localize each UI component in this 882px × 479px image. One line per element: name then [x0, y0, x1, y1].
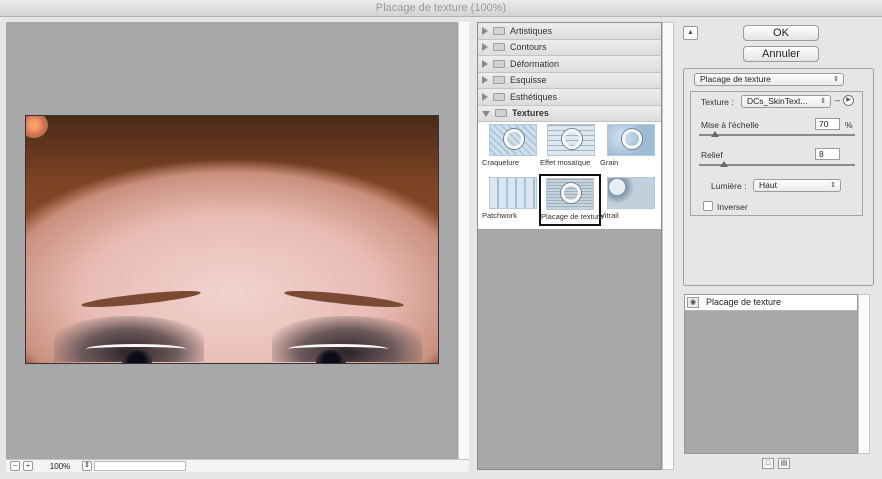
chevron-updown-icon: ⇕: [833, 76, 839, 83]
thumb-label: Grain: [600, 158, 619, 167]
filter-settings-panel: Placage de texture ⇕ Texture : DCs_SkinT…: [683, 68, 874, 286]
thumb-label: Placage de texture: [541, 212, 604, 221]
category-label: Esquisse: [510, 75, 547, 86]
layers-scrollbar[interactable]: [858, 294, 870, 454]
category-label: Esthétiques: [510, 91, 558, 102]
textures-thumbnails: Craquelure Effet mosaïque Grain Patchwor…: [478, 122, 661, 229]
folder-icon: [493, 76, 505, 85]
folder-icon: [493, 26, 505, 35]
preview-statusbar: − + 100% ⇕: [6, 459, 469, 472]
new-effect-layer-button[interactable]: □: [762, 458, 774, 469]
category-deformation[interactable]: Déformation: [478, 56, 661, 73]
folder-icon: [495, 109, 507, 118]
scale-slider[interactable]: [699, 131, 855, 137]
scale-unit: %: [845, 120, 853, 130]
preview-horizontal-scrollbar[interactable]: [94, 461, 186, 471]
thumb-label: Craquelure: [482, 158, 520, 167]
triangle-right-icon[interactable]: [482, 76, 488, 85]
category-textures[interactable]: Textures: [478, 105, 661, 122]
mosaic-thumbnail-icon: [547, 124, 595, 156]
category-artistiques[interactable]: Artistiques: [478, 23, 661, 40]
folder-icon: [493, 43, 505, 52]
triangle-down-icon[interactable]: [482, 111, 490, 118]
patchwork-thumbnail-icon: [489, 177, 537, 209]
thumb-placage-de-texture[interactable]: Placage de texture: [539, 174, 604, 226]
texturizer-thumbnail-icon: [546, 178, 594, 210]
category-esthetiques[interactable]: Esthétiques: [478, 89, 661, 106]
scale-slider-handle[interactable]: [710, 131, 719, 137]
triangle-right-icon[interactable]: [482, 92, 488, 101]
effect-layer-name: Placage de texture: [706, 297, 782, 307]
thumb-patchwork[interactable]: Patchwork: [482, 175, 544, 227]
relief-label: Relief: [701, 150, 723, 160]
chevron-updown-icon: ⇕: [830, 182, 836, 189]
light-select-value: Haut: [759, 180, 777, 190]
category-contours[interactable]: Contours: [478, 39, 661, 56]
triangle-right-icon[interactable]: [482, 59, 488, 68]
thumb-effet-mosaique[interactable]: Effet mosaïque: [540, 122, 602, 174]
light-label: Lumière :: [711, 181, 747, 191]
preview-image[interactable]: [25, 115, 439, 364]
zoom-dropdown[interactable]: ⇕: [82, 461, 92, 471]
folder-icon: [493, 92, 505, 101]
triangle-right-icon[interactable]: [482, 43, 488, 52]
category-label: Déformation: [510, 58, 560, 69]
right-eyeshadow: [272, 316, 422, 362]
left-eyebrow: [80, 287, 202, 311]
effect-layer-row[interactable]: ◉ Placage de texture: [685, 295, 857, 311]
scale-label: Mise à l'échelle: [701, 120, 759, 130]
category-label: Artistiques: [510, 25, 553, 36]
texture-settings-group: Texture : DCs_SkinText... ⇕ – ▶ Mise à l…: [690, 91, 863, 216]
thumb-label: Vitrail: [600, 211, 619, 220]
texture-menu-button[interactable]: ▶: [843, 95, 854, 106]
chevron-updown-icon: ⇕: [820, 98, 826, 105]
right-eyebrow: [283, 287, 405, 311]
window-title: Placage de texture (100%): [0, 0, 882, 17]
relief-input[interactable]: 8: [815, 148, 840, 160]
filter-gallery: Artistiques Contours Déformation Esquisse Es…: [477, 22, 662, 470]
zoom-in-button[interactable]: +: [23, 461, 33, 471]
relief-slider-handle[interactable]: [719, 161, 728, 167]
thumb-vitrail[interactable]: Vitrail: [600, 175, 662, 227]
thumb-grain[interactable]: Grain: [600, 122, 662, 174]
preview-vertical-scrollbar[interactable]: [458, 22, 469, 459]
thumb-label: Effet mosaïque: [540, 158, 591, 167]
craquelure-thumbnail-icon: [489, 124, 537, 156]
texture-select-value: DCs_SkinText...: [747, 96, 808, 106]
ok-button[interactable]: OK: [743, 25, 819, 41]
trash-icon[interactable]: ▤: [778, 458, 790, 469]
category-label: Contours: [510, 42, 547, 53]
cancel-button[interactable]: Annuler: [743, 46, 819, 62]
folder-icon: [493, 59, 505, 68]
texture-select[interactable]: DCs_SkinText... ⇕: [741, 95, 831, 108]
scale-input[interactable]: 70: [815, 118, 840, 130]
preview-area[interactable]: [6, 22, 458, 459]
grain-thumbnail-icon: [607, 124, 655, 156]
thumb-craquelure[interactable]: Craquelure: [482, 122, 544, 174]
dash-separator: –: [835, 95, 841, 105]
category-label: Textures: [512, 108, 549, 119]
invert-label: Inverser: [717, 202, 748, 212]
relief-slider[interactable]: [699, 161, 855, 167]
stained-glass-thumbnail-icon: [607, 177, 655, 209]
gallery-scrollbar[interactable]: [662, 22, 674, 470]
eye-icon[interactable]: ◉: [687, 297, 699, 308]
zoom-level: 100%: [49, 462, 71, 471]
collapse-gallery-button[interactable]: ▲: [683, 26, 698, 40]
light-select[interactable]: Haut ⇕: [753, 179, 841, 192]
effect-layers-panel: ◉ Placage de texture: [684, 294, 858, 454]
zoom-out-button[interactable]: −: [10, 461, 20, 471]
invert-checkbox[interactable]: [703, 201, 713, 211]
category-esquisse[interactable]: Esquisse: [478, 72, 661, 89]
flower-decoration: [26, 116, 48, 138]
thumb-label: Patchwork: [482, 211, 518, 220]
filter-select[interactable]: Placage de texture ⇕: [694, 73, 844, 86]
filter-select-value: Placage de texture: [700, 74, 771, 84]
texture-label: Texture :: [701, 97, 734, 107]
triangle-right-icon[interactable]: [482, 26, 488, 35]
